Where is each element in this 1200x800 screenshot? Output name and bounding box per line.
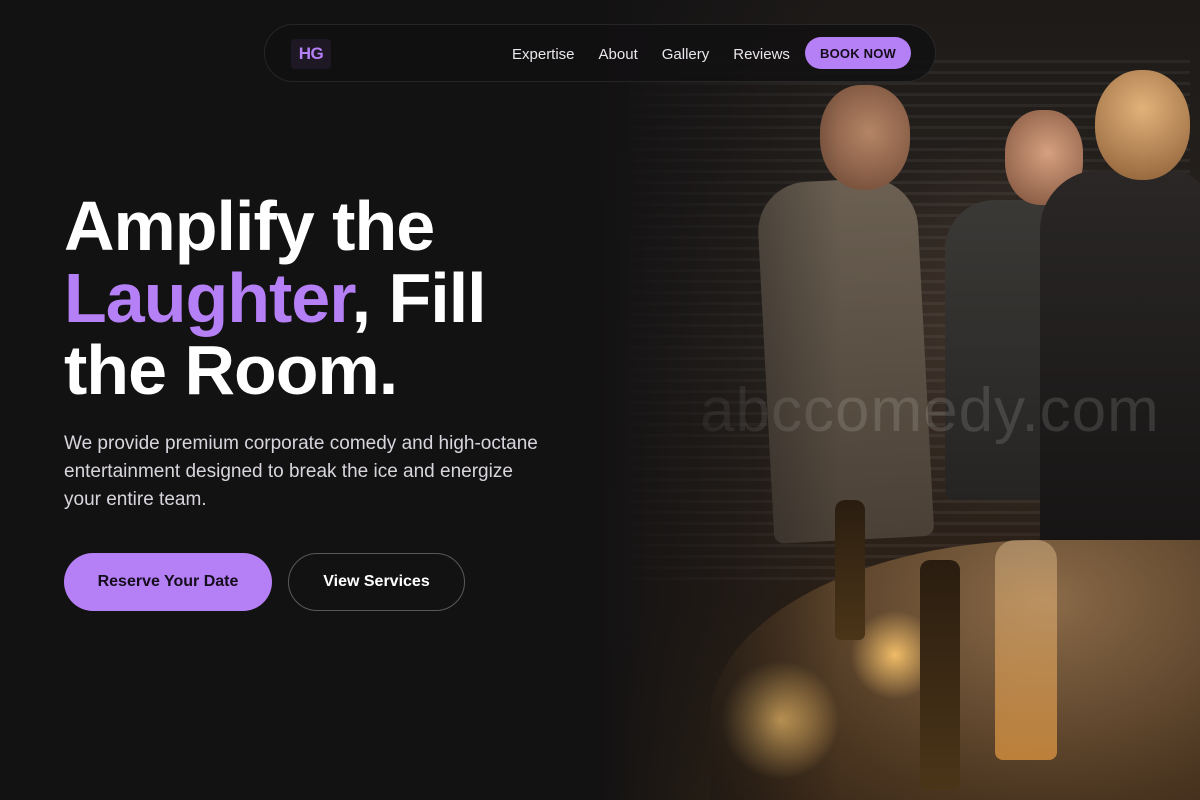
nav-link-about[interactable]: About [599, 46, 638, 63]
nav-link-expertise[interactable]: Expertise [512, 46, 575, 63]
guest-right-head [1095, 70, 1190, 180]
nav-link-gallery[interactable]: Gallery [662, 46, 710, 63]
photo-fade-overlay [600, 0, 840, 800]
top-navbar: HG Expertise About Gallery Reviews BOOK … [264, 24, 936, 82]
brand-logo[interactable]: HG [291, 39, 331, 69]
book-now-button[interactable]: BOOK NOW [805, 37, 911, 69]
nav-link-reviews[interactable]: Reviews [733, 46, 790, 63]
hero-title: Amplify the Laughter, Fill the Room. [64, 190, 584, 406]
carafe [995, 540, 1057, 760]
hero-title-accent: Laughter [64, 259, 353, 337]
hero-description: We provide premium corporate comedy and … [64, 433, 538, 510]
guest-right-body [1040, 170, 1200, 570]
reserve-date-button[interactable]: Reserve Your Date [64, 553, 272, 611]
hero-photo: abccomedy.com [600, 0, 1200, 800]
hero-title-line3: the Room. [64, 331, 398, 409]
nav-links: Expertise About Gallery Reviews [512, 25, 790, 83]
hero-title-line1: Amplify the [64, 187, 435, 265]
view-services-button[interactable]: View Services [288, 553, 465, 611]
bottle [920, 560, 960, 790]
hero-title-after-accent: , Fill [351, 259, 487, 337]
